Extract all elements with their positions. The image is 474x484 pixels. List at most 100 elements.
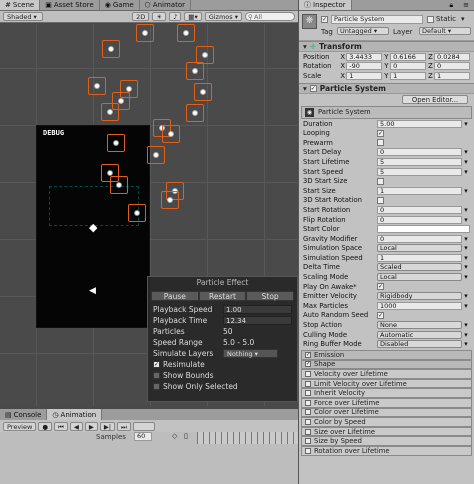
module-header[interactable]: Inherit Velocity bbox=[301, 388, 472, 398]
module-header[interactable]: Velocity over Lifetime bbox=[301, 369, 472, 379]
scale-z-field[interactable]: 1 bbox=[434, 71, 470, 80]
tab-game[interactable]: ◉ Game bbox=[100, 0, 140, 10]
property-dropdown[interactable]: None bbox=[377, 321, 462, 330]
chevron-down-icon[interactable]: ▾ bbox=[462, 263, 470, 271]
module-header[interactable]: Limit Velocity over Lifetime bbox=[301, 378, 472, 389]
module-enabled-checkbox[interactable] bbox=[305, 409, 311, 416]
property-checkbox[interactable]: ✓ bbox=[377, 129, 384, 137]
scale-x-field[interactable]: 1 bbox=[346, 71, 383, 80]
property-field[interactable]: 1 bbox=[377, 186, 462, 195]
scene-search-input[interactable]: ⚲ All bbox=[245, 12, 295, 21]
particle[interactable] bbox=[136, 24, 154, 42]
tab-inspector[interactable]: ⓘ Inspector bbox=[299, 0, 352, 10]
particle[interactable] bbox=[107, 134, 125, 152]
chevron-down-icon[interactable]: ▾ bbox=[462, 158, 470, 166]
menu-icon[interactable]: ≡ bbox=[458, 0, 474, 10]
chevron-down-icon[interactable]: ▾ bbox=[462, 302, 470, 310]
rotation-y-field[interactable]: 0 bbox=[390, 62, 427, 71]
position-z-field[interactable]: 0.0284 bbox=[434, 52, 470, 61]
particle-system-header[interactable]: ▾ ✓ Particle System bbox=[299, 82, 474, 94]
rotation-z-field[interactable]: 0 bbox=[434, 62, 470, 71]
show-bounds-checkbox[interactable] bbox=[153, 372, 160, 379]
lighting-icon[interactable]: ☀ bbox=[152, 12, 167, 21]
chevron-down-icon[interactable]: ▾ bbox=[462, 120, 470, 128]
module-enabled-checkbox[interactable]: ✓ bbox=[305, 361, 311, 368]
samples-field[interactable]: 60 bbox=[134, 432, 152, 441]
property-field[interactable]: 5 bbox=[377, 157, 462, 166]
chevron-down-icon[interactable]: ▾ bbox=[462, 340, 470, 348]
property-field[interactable]: 0 bbox=[377, 148, 462, 157]
particle[interactable] bbox=[186, 104, 204, 122]
simulate-layers-dropdown[interactable]: Nothing ▾ bbox=[223, 349, 278, 358]
scale-y-field[interactable]: 1 bbox=[390, 71, 427, 80]
module-header[interactable]: Size over Lifetime bbox=[301, 426, 472, 437]
lock-icon[interactable]: 🔒︎ bbox=[444, 0, 458, 10]
particle[interactable] bbox=[177, 24, 195, 42]
property-checkbox[interactable] bbox=[377, 139, 384, 147]
resimulate-checkbox[interactable]: ✓ bbox=[153, 361, 160, 368]
property-dropdown[interactable]: Scaled bbox=[377, 263, 462, 272]
module-enabled-checkbox[interactable] bbox=[305, 428, 311, 435]
property-dropdown[interactable]: Rigidbody bbox=[377, 292, 462, 301]
mode-2d-toggle[interactable]: 2D bbox=[132, 12, 150, 21]
chevron-down-icon[interactable]: ▾ bbox=[462, 206, 470, 214]
tag-dropdown[interactable]: Untagged ▾ bbox=[337, 27, 389, 35]
prev-keyframe-icon[interactable]: ◀ bbox=[69, 421, 83, 431]
object-name-field[interactable]: Particle System bbox=[331, 15, 423, 24]
playback-speed-field[interactable]: 1.00 bbox=[223, 305, 292, 314]
position-x-field[interactable]: 3.4433 bbox=[346, 52, 383, 61]
property-field[interactable]: 0 bbox=[377, 215, 462, 224]
property-dropdown[interactable]: Disabled bbox=[377, 340, 462, 349]
tab-animation[interactable]: ◷ Animation bbox=[47, 409, 103, 420]
module-enabled-checkbox[interactable] bbox=[305, 371, 311, 378]
tab-scene[interactable]: # Scene bbox=[0, 0, 41, 10]
module-header[interactable]: Size by Speed bbox=[301, 436, 472, 446]
module-header[interactable]: Force over Lifetime bbox=[301, 398, 472, 408]
chevron-down-icon[interactable]: ▾ bbox=[462, 216, 470, 224]
particle[interactable] bbox=[186, 62, 204, 80]
property-checkbox[interactable] bbox=[377, 196, 384, 204]
frame-field[interactable] bbox=[132, 421, 155, 431]
chevron-down-icon[interactable]: ▾ bbox=[462, 148, 470, 156]
chevron-down-icon[interactable]: ▾ bbox=[462, 273, 470, 281]
module-enabled-checkbox[interactable] bbox=[305, 418, 311, 425]
show-only-selected-checkbox[interactable] bbox=[153, 383, 160, 390]
property-field[interactable]: 5 bbox=[377, 167, 462, 176]
audio-icon[interactable]: ♪ bbox=[169, 12, 182, 21]
module-header[interactable]: Color by Speed bbox=[301, 417, 472, 427]
property-checkbox[interactable]: ✓ bbox=[377, 311, 384, 319]
tab-console[interactable]: ▤ Console bbox=[0, 409, 48, 420]
show-bounds-row[interactable]: Show Bounds bbox=[148, 370, 297, 381]
play-icon[interactable]: ▶ bbox=[84, 421, 98, 431]
gizmos-dropdown[interactable]: Gizmos ▾ bbox=[204, 12, 242, 21]
static-dropdown-icon[interactable]: ▾ bbox=[461, 15, 465, 23]
property-dropdown[interactable]: Local bbox=[377, 273, 462, 282]
particle[interactable] bbox=[161, 191, 179, 209]
module-header[interactable]: Rotation over Lifetime bbox=[301, 445, 472, 456]
module-enabled-checkbox[interactable]: ✓ bbox=[305, 351, 311, 358]
chevron-down-icon[interactable]: ▾ bbox=[462, 244, 470, 252]
last-keyframe-icon[interactable]: ⏭ bbox=[117, 421, 131, 431]
transform-header[interactable]: ▾ ✛ Transform bbox=[299, 41, 474, 52]
property-field[interactable]: 1000 bbox=[377, 301, 462, 310]
chevron-down-icon[interactable]: ▾ bbox=[462, 331, 470, 339]
rotation-x-field[interactable]: -90 bbox=[346, 62, 383, 71]
property-field[interactable]: 0 bbox=[377, 234, 462, 243]
show-only-selected-row[interactable]: Show Only Selected bbox=[148, 381, 297, 392]
playback-time-field[interactable]: 12.34 bbox=[223, 316, 292, 325]
layer-dropdown[interactable]: Default ▾ bbox=[419, 27, 471, 35]
first-keyframe-icon[interactable]: ⏮ bbox=[53, 421, 68, 431]
property-dropdown[interactable]: Automatic bbox=[377, 330, 462, 339]
color-swatch[interactable] bbox=[377, 225, 470, 234]
restart-button[interactable]: Restart bbox=[198, 291, 247, 301]
open-editor-button[interactable]: Open Editor... bbox=[402, 94, 468, 104]
particle[interactable] bbox=[110, 176, 128, 194]
stop-button[interactable]: Stop bbox=[246, 291, 295, 301]
particle[interactable] bbox=[147, 146, 165, 164]
chevron-down-icon[interactable]: ▾ bbox=[462, 321, 470, 329]
property-checkbox[interactable]: ✓ bbox=[377, 283, 384, 291]
particle[interactable] bbox=[128, 204, 146, 222]
position-y-field[interactable]: 0.6166 bbox=[390, 52, 427, 61]
property-field[interactable]: 0 bbox=[377, 205, 462, 214]
effects-icon[interactable]: ▦▾ bbox=[184, 12, 202, 21]
